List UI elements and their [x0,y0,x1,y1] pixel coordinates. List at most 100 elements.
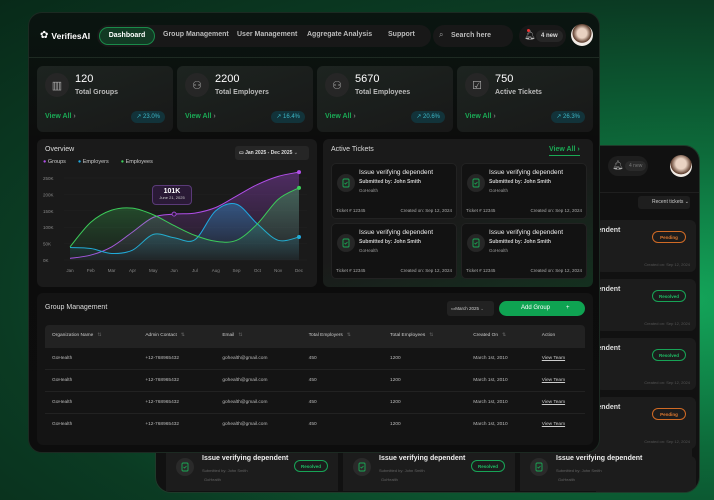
search-input[interactable]: ⌕ Search here [433,25,513,47]
ticket-org: GoHealth [489,188,509,193]
y-tick-label: 100K [43,225,54,230]
ticket-org: GoHealth [489,248,509,253]
column-header[interactable]: Total Employers ⇅ [301,325,384,347]
view-team-link[interactable]: View Team [534,390,585,413]
legend-item: ● Employees [120,159,153,165]
back-notification-pill[interactable]: 🔔︎ 4 new [608,156,648,176]
x-tick-label: Aug [212,268,221,273]
users-icon: ⚇ [185,73,209,97]
ticket-number: Ticket # 12345 [336,268,366,273]
tickets-view-all-link[interactable]: View All › [549,146,580,156]
table-cell: 450 [301,412,384,435]
recent-ticket-item[interactable]: Issue verifying dependent Resolved Creat… [534,279,696,331]
view-all-link[interactable]: View All › [325,113,356,120]
ticket-card[interactable]: Issue verifying dependent Submitted by: … [331,163,457,219]
table-cell: 1200 [383,412,467,435]
x-tick-label: Dec [295,268,304,273]
search-placeholder: Search here [451,32,492,39]
notification-count: 4 new [536,30,563,42]
x-tick-label: Mar [108,268,116,273]
sort-icon: ⇅ [238,333,243,339]
sort-icon: ⇅ [346,333,351,339]
building-icon: ▥ [45,73,69,97]
ticket-created: Created on: Sep 12, 2024 [644,321,690,326]
table-cell: +12-768965432 [138,346,216,369]
table-cell: March 1st, 2010 [466,390,535,413]
tooltip-value: 101K [163,188,181,195]
tab-dashboard[interactable]: Dashboard [99,27,155,45]
ticket-submitter: Submitted by: John Smith [359,239,421,245]
chart-tooltip: 101K June 21, 2025 [152,185,192,205]
column-header[interactable]: Organization Name ⇅ [45,325,139,347]
change-badge: ↗ 23.0% [131,111,165,123]
ticket-number: Ticket # 12345 [466,268,496,273]
status-badge: Pending [652,231,686,243]
view-team-link[interactable]: View Team [534,346,585,369]
month-dropdown[interactable]: ▭March 2025 ⌄ [447,301,494,316]
x-tick-label: Jan [66,268,74,273]
column-header[interactable]: Action [534,325,585,347]
ticket-created: Created on: Sep 12, 2024 [644,439,690,444]
view-all-link[interactable]: View All › [185,113,216,120]
sort-icon: ⇅ [97,333,102,339]
ticket-created: Created on: Sep 12, 2024 [400,208,452,213]
table-cell: gohealth@gmail.com [215,412,302,435]
legend-item: ● Groups [43,159,66,165]
ticket-icon [467,234,485,252]
table-cell: gohealth@gmail.com [215,390,302,413]
x-tick-label: Nov [274,268,283,273]
ticket-card[interactable]: Issue verifying dependent Submitted by: … [461,163,587,219]
recent-tickets-dropdown[interactable]: Recent tickets ⌄ [638,196,690,209]
column-header[interactable]: Total Employees ⇅ [383,325,467,347]
overview-title: Overview [45,146,75,153]
tab-user-management[interactable]: User Management [237,31,297,38]
recent-ticket-item[interactable]: Issue verifying dependent Pending Create… [534,397,696,449]
view-all-link[interactable]: View All › [45,113,76,120]
stat-value: 120 [75,73,94,85]
table-row: GoHealth +12-768965432 gohealth@gmail.com 4… [45,368,585,391]
tab-aggregate-analysis[interactable]: Aggregate Analysis [307,31,372,38]
tooltip-point[interactable] [171,211,177,217]
status-badge: Resolved [652,349,686,361]
table-cell: gohealth@gmail.com [215,368,302,391]
status-badge: Resolved [652,290,686,302]
add-group-button[interactable]: Add Group + [499,301,585,316]
view-all-link[interactable]: View All › [465,113,496,120]
y-tick-label: 150K [43,209,54,214]
stat-label: Total Employers [215,89,269,96]
calendar-icon: ▭ [239,150,244,156]
view-team-link[interactable]: View Team [534,368,585,391]
series-end-point [297,170,301,175]
ticket-card[interactable]: Issue verifying dependent Submitted by: … [461,223,587,279]
ticket-title: Issue verifying dependent [556,455,643,462]
recent-ticket-item[interactable]: Issue verifying dependent Resolved Creat… [534,338,696,390]
column-header[interactable]: Admin Contact ⇅ [138,325,216,347]
column-header[interactable]: Email ⇅ [215,325,302,347]
tab-group-management[interactable]: Group Management [163,31,229,38]
notifications-button[interactable]: 🔔︎ 4 new [519,25,566,47]
recent-ticket-item[interactable]: Issue verifying dependent Pending Create… [534,220,696,272]
x-tick-label: Feb [87,268,95,273]
avatar[interactable] [670,155,692,177]
date-range-dropdown[interactable]: ▭ Jan 2025 - Dec 2025 ⌄ [235,146,309,160]
x-tick-label: Jul [192,268,198,273]
ticket-card[interactable]: Issue verifying dependent Submitted by: … [331,223,457,279]
overview-card: Overview ▭ Jan 2025 - Dec 2025 ⌄ ● Group… [37,139,317,287]
ticket-title: Issue verifying dependent [359,169,434,176]
column-header[interactable]: Created On ⇅ [466,325,535,347]
x-tick-label: May [149,268,158,273]
y-tick-label: 50K [43,242,51,247]
tab-support[interactable]: Support [388,31,415,38]
view-team-link[interactable]: View Team [534,412,585,435]
table-cell: March 1st, 2010 [466,346,535,369]
group-table: Organization Name ⇅ Admin Contact ⇅ Email ⇅ To… [45,325,585,435]
sort-icon: ⇅ [502,333,507,339]
table-cell: 450 [301,368,384,391]
ticket-icon [337,174,355,192]
x-tick-label: Sep [233,268,242,273]
ticket-created: Created on: Sep 12, 2024 [400,268,452,273]
stat-value: 5670 [355,73,380,85]
avatar[interactable] [571,24,593,46]
bell-icon: 🔔︎ [524,30,536,40]
sort-icon: ⇅ [180,333,185,339]
